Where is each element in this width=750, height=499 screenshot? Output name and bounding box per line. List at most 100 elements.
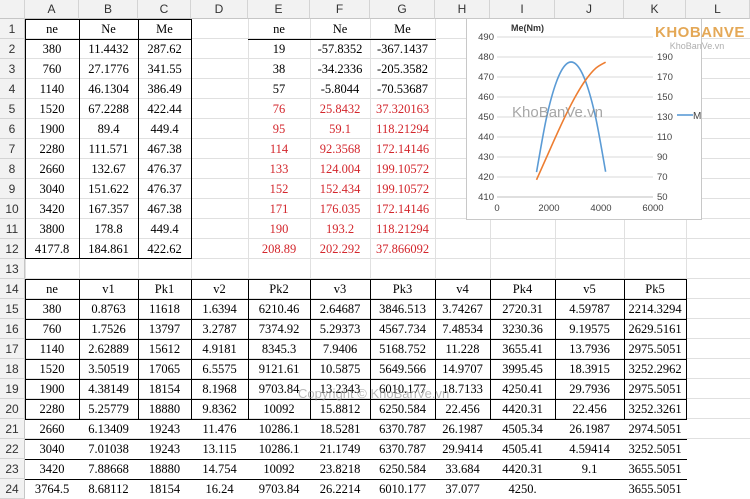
table3-cell[interactable]: 2975.5051 [624, 379, 686, 399]
table3-cell[interactable]: 380 [25, 299, 79, 319]
table2-cell[interactable]: 37.866092 [370, 239, 435, 259]
table1-cell[interactable]: 4177.8 [25, 239, 79, 259]
table1-cell[interactable]: 467.38 [138, 139, 191, 159]
table3-cell[interactable]: 9.8362 [191, 399, 248, 419]
table3-cell[interactable]: 18880 [138, 399, 191, 419]
table2-header[interactable]: Ne [310, 19, 370, 39]
table3-cell[interactable]: 17065 [138, 359, 191, 379]
table3-cell[interactable]: 3655.5051 [624, 479, 686, 499]
table3-cell[interactable]: 10286.1 [248, 419, 310, 439]
table1-header[interactable]: Ne [79, 19, 138, 39]
table3-cell[interactable]: 16.24 [191, 479, 248, 499]
table3-cell[interactable]: 33.684 [435, 459, 490, 479]
table1-cell[interactable]: 449.4 [138, 119, 191, 139]
table3-header[interactable]: Pk1 [138, 279, 191, 299]
table3-cell[interactable]: 2660 [25, 419, 79, 439]
table1-cell[interactable]: 27.1776 [79, 59, 138, 79]
row-header-5[interactable]: 5 [0, 99, 25, 119]
column-header-b[interactable]: B [79, 0, 138, 19]
row-header-11[interactable]: 11 [0, 219, 25, 239]
table3-header[interactable]: Pk2 [248, 279, 310, 299]
table1-cell[interactable]: 422.62 [138, 239, 191, 259]
table1-cell[interactable]: 1140 [25, 79, 79, 99]
table2-cell[interactable]: 124.004 [310, 159, 370, 179]
table2-cell[interactable]: 171 [248, 199, 310, 219]
table3-cell[interactable]: 10286.1 [248, 439, 310, 459]
table1-cell[interactable]: 3800 [25, 219, 79, 239]
table2-cell[interactable]: 114 [248, 139, 310, 159]
table3-cell[interactable]: 2975.5051 [624, 339, 686, 359]
table3-header[interactable]: Pk4 [490, 279, 555, 299]
table2-cell[interactable]: 193.2 [310, 219, 370, 239]
table3-cell[interactable]: 3040 [25, 439, 79, 459]
table3-cell[interactable]: 13.115 [191, 439, 248, 459]
table3-cell[interactable]: 3655.41 [490, 339, 555, 359]
table2-cell[interactable]: 190 [248, 219, 310, 239]
table2-cell[interactable]: 133 [248, 159, 310, 179]
table1-cell[interactable]: 1900 [25, 119, 79, 139]
table1-cell[interactable]: 132.67 [79, 159, 138, 179]
table3-cell[interactable]: 4505.41 [490, 439, 555, 459]
table3-cell[interactable]: 26.2214 [310, 479, 370, 499]
table1-cell[interactable]: 178.8 [79, 219, 138, 239]
table1-header[interactable]: ne [25, 19, 79, 39]
row-header-9[interactable]: 9 [0, 179, 25, 199]
table3-cell[interactable]: 8.1968 [191, 379, 248, 399]
table3-cell[interactable]: 4.9181 [191, 339, 248, 359]
table3-header[interactable]: Pk3 [370, 279, 435, 299]
row-header-14[interactable]: 14 [0, 279, 25, 299]
table3-header[interactable]: v3 [310, 279, 370, 299]
row-header-17[interactable]: 17 [0, 339, 25, 359]
table3-cell[interactable]: 13.7936 [555, 339, 624, 359]
row-header-21[interactable]: 21 [0, 419, 25, 439]
table3-header[interactable]: v4 [435, 279, 490, 299]
table2-cell[interactable]: -205.3582 [370, 59, 435, 79]
table3-cell[interactable]: 22.456 [435, 399, 490, 419]
row-header-1[interactable]: 1 [0, 19, 25, 39]
table1-cell[interactable]: 476.37 [138, 179, 191, 199]
table3-cell[interactable]: 7.88668 [79, 459, 138, 479]
table3-cell[interactable]: 11618 [138, 299, 191, 319]
select-all-corner[interactable] [0, 0, 25, 19]
table3-cell[interactable]: 6370.787 [370, 439, 435, 459]
table3-cell[interactable]: 7.01038 [79, 439, 138, 459]
table3-cell[interactable]: 3995.45 [490, 359, 555, 379]
table1-cell[interactable]: 380 [25, 39, 79, 59]
column-header-a[interactable]: A [25, 0, 79, 19]
table3-cell[interactable]: 1.6394 [191, 299, 248, 319]
table3-cell[interactable]: 29.7936 [555, 379, 624, 399]
table1-cell[interactable]: 46.1304 [79, 79, 138, 99]
table3-cell[interactable]: 7.9406 [310, 339, 370, 359]
table2-cell[interactable]: -367.1437 [370, 39, 435, 59]
table2-cell[interactable]: 202.292 [310, 239, 370, 259]
table3-cell[interactable]: 21.1749 [310, 439, 370, 459]
table3-cell[interactable]: 3.2787 [191, 319, 248, 339]
table3-cell[interactable]: 4.38149 [79, 379, 138, 399]
table3-cell[interactable]: 1900 [25, 379, 79, 399]
row-header-24[interactable]: 24 [0, 479, 25, 499]
table2-header[interactable]: Me [370, 19, 435, 39]
table3-cell[interactable]: 6250.584 [370, 399, 435, 419]
table1-cell[interactable]: 287.62 [138, 39, 191, 59]
table2-cell[interactable]: 92.3568 [310, 139, 370, 159]
table3-cell[interactable]: 3252.5051 [624, 439, 686, 459]
table3-cell[interactable]: 14.754 [191, 459, 248, 479]
table3-cell[interactable]: 4420.31 [490, 399, 555, 419]
table3-cell[interactable]: 3846.513 [370, 299, 435, 319]
column-header-k[interactable]: K [624, 0, 686, 19]
table1-cell[interactable]: 449.4 [138, 219, 191, 239]
column-header-g[interactable]: G [370, 0, 435, 19]
table3-cell[interactable]: 6250.584 [370, 459, 435, 479]
table1-cell[interactable]: 467.38 [138, 199, 191, 219]
table1-cell[interactable]: 386.49 [138, 79, 191, 99]
column-header-l[interactable]: L [686, 0, 750, 19]
table2-cell[interactable]: 152.434 [310, 179, 370, 199]
table3-cell[interactable]: 9703.84 [248, 479, 310, 499]
table3-cell[interactable]: 3252.2962 [624, 359, 686, 379]
row-header-6[interactable]: 6 [0, 119, 25, 139]
table2-cell[interactable]: 172.14146 [370, 139, 435, 159]
table1-cell[interactable]: 111.571 [79, 139, 138, 159]
row-header-22[interactable]: 22 [0, 439, 25, 459]
table2-cell[interactable]: -57.8352 [310, 39, 370, 59]
column-header-f[interactable]: F [310, 0, 370, 19]
